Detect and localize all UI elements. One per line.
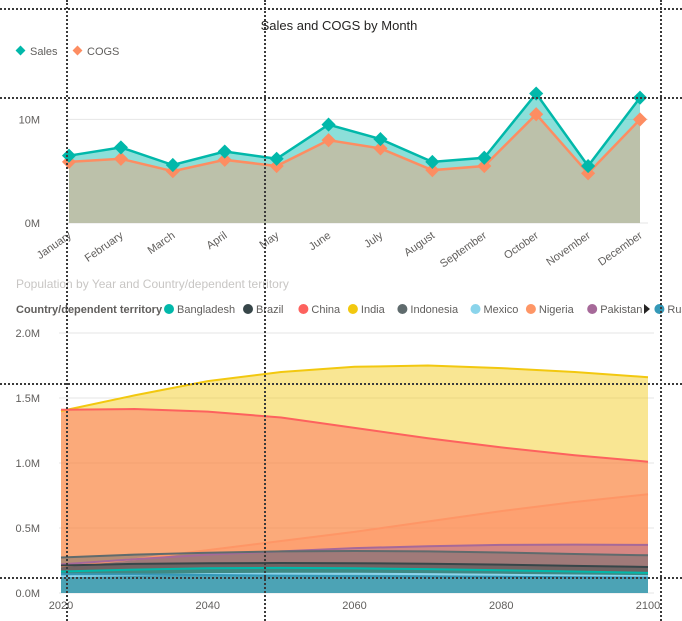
x-tick-label-september: September xyxy=(438,229,489,270)
chart2-legend-title: Country/dependent territory xyxy=(16,304,163,316)
chart2-x-axis: 2020 2040 2060 2080 2100 xyxy=(49,600,660,612)
legend-label-bangladesh: Bangladesh xyxy=(177,304,235,316)
visual-border-lower xyxy=(0,383,682,385)
x-tick-label-2100: 2100 xyxy=(636,600,660,612)
chart2-legend-item-india[interactable]: India xyxy=(347,304,386,316)
visual-border-right xyxy=(660,0,662,621)
chart2-legend-item-russia[interactable]: Russia xyxy=(654,304,682,316)
chart2-legend-item-nigeria[interactable]: Nigeria xyxy=(525,304,575,316)
y-tick-label: 1.5M xyxy=(16,393,40,405)
y-tick-label: 2.0M xyxy=(16,328,40,340)
visual-border-upper xyxy=(0,97,682,99)
x-tick-label-2060: 2060 xyxy=(342,600,366,612)
visual-border-mid xyxy=(264,0,266,621)
visual-border-left xyxy=(66,0,68,621)
y-tick-label: 0.0M xyxy=(16,588,40,600)
legend-marker-cogs xyxy=(72,45,83,56)
legend-marker-brazil xyxy=(243,304,253,314)
chart1-x-axis: January February March April May June July Augu… xyxy=(35,229,645,270)
x-tick-label-may: May xyxy=(257,229,281,251)
chart2-legend-item-pakistan[interactable]: Pakistan xyxy=(587,304,642,316)
legend-marker-nigeria xyxy=(525,304,536,314)
x-tick-label-june: June xyxy=(307,230,333,254)
x-tick-label-march: March xyxy=(146,230,178,257)
chart1-plot-area xyxy=(61,86,648,224)
chart2-y-axis: 0.0M 0.5M 1.0M 1.5M 2.0M xyxy=(16,328,40,600)
population-chart: Population by Year and Country/dependent… xyxy=(16,277,682,612)
legend-marker-indonesia xyxy=(397,304,408,314)
legend-label-cogs: COGS xyxy=(87,46,119,58)
chart2-legend-item-bangladesh[interactable]: Bangladesh xyxy=(164,304,235,316)
legend-label-sales: Sales xyxy=(30,46,58,58)
legend-label-mexico: Mexico xyxy=(484,304,519,316)
legend-marker-pakistan xyxy=(587,304,598,314)
x-tick-label-february: February xyxy=(83,229,126,264)
legend-label-indonesia: Indonesia xyxy=(410,304,459,316)
chart1-y-axis: 0M 10M xyxy=(19,114,40,230)
visual-border-top xyxy=(0,8,682,10)
y-tick-label: 1.0M xyxy=(16,458,40,470)
legend-marker-india xyxy=(347,304,358,314)
sales-cogs-chart: Sales and COGS by Month Sales COGS 0M10M … xyxy=(15,18,648,270)
x-tick-label-november: November xyxy=(544,229,593,268)
x-tick-label-january: January xyxy=(35,229,74,262)
chart1-legend-item-cogs[interactable]: COGS xyxy=(72,45,120,58)
y-tick-label: 0.5M xyxy=(16,523,40,535)
legend-marker-sales xyxy=(15,45,26,56)
chart2-legend-item-indonesia[interactable]: Indonesia xyxy=(397,304,459,316)
x-tick-label-december: December xyxy=(596,229,645,268)
chart1-legend-item-sales[interactable]: Sales xyxy=(15,45,58,58)
x-tick-label-2020: 2020 xyxy=(49,600,73,612)
legend-marker-china xyxy=(298,304,309,314)
legend-label-russia: Russia xyxy=(667,304,682,316)
visual-border-bottom xyxy=(0,577,682,579)
x-tick-label-2040: 2040 xyxy=(196,600,220,612)
chart2-legend-item-china[interactable]: China xyxy=(298,304,341,316)
legend-next-arrow-icon[interactable] xyxy=(644,304,650,314)
legend-label-nigeria: Nigeria xyxy=(539,304,575,316)
x-tick-label-august: August xyxy=(402,230,437,259)
x-tick-label-october: October xyxy=(502,229,541,261)
y-tick-label: 0M xyxy=(25,218,40,230)
legend-marker-mexico xyxy=(470,304,481,314)
y-tick-label: 10M xyxy=(19,114,40,126)
x-tick-label-july: July xyxy=(362,229,385,250)
legend-label-pakistan: Pakistan xyxy=(600,304,642,316)
chart2-legend-item-mexico[interactable]: Mexico xyxy=(470,304,519,316)
legend-label-india: India xyxy=(361,304,386,316)
legend-label-china: China xyxy=(311,304,341,316)
chart2-title: Population by Year and Country/dependent… xyxy=(16,277,289,291)
chart2-legend: Bangladesh Brazil China India Indonesia Mexic… xyxy=(164,304,682,316)
legend-marker-bangladesh xyxy=(164,304,174,314)
legend-label-brazil: Brazil xyxy=(256,304,284,316)
x-tick-label-2080: 2080 xyxy=(489,600,513,612)
chart1-title: Sales and COGS by Month xyxy=(261,18,418,33)
x-tick-label-april: April xyxy=(205,230,230,252)
chart2-plot-area xyxy=(60,364,649,593)
